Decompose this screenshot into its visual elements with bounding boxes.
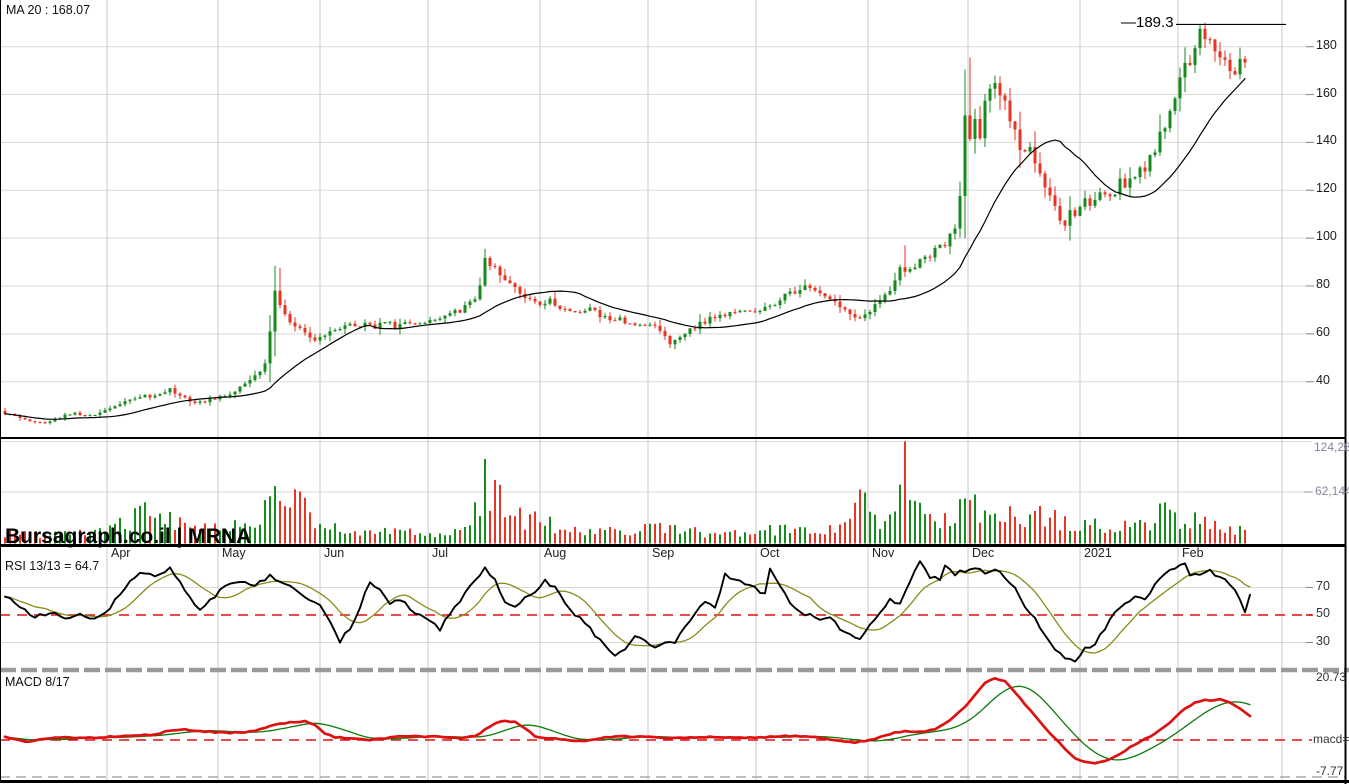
watermark: Bursagraph.co.il | MRNA [5,525,252,548]
price-tick-120: 120 [1316,181,1337,196]
rsi-tick-30: 30 [1316,633,1330,648]
macd-max-value: 20.73 [1316,670,1347,684]
rsi-tick-50: 50 [1316,606,1330,620]
price-tick-140: 140 [1316,133,1337,148]
price-tick-160: 160 [1316,85,1337,100]
price-tick-100: 100 [1316,229,1337,244]
macd-zero-label: macd=0 [1313,732,1349,746]
month-label-Dec: Dec [972,546,995,560]
month-label-Nov: Nov [872,546,895,560]
ma-indicator-label: MA 20 : 168.07 [6,3,91,17]
panel-borders [0,0,1349,784]
volume-tick-124,289: 124,289 [1314,440,1349,454]
price-tick-60: 60 [1316,324,1330,339]
month-label-2021: 2021 [1084,546,1112,560]
rsi-tick-70: 70 [1316,578,1330,593]
chart-canvas [0,0,1349,784]
month-label-Sep: Sep [652,546,675,560]
stock-chart-root: MA 20 : 168.07 —189.3 Bursagraph.co.il |… [0,0,1349,784]
price-tick-80: 80 [1316,277,1330,291]
price-tick-180: 180 [1316,37,1337,52]
grid-layer [0,0,1312,780]
month-label-Apr: Apr [111,546,131,560]
price-annotation-label: —189.3 [1121,14,1174,31]
macd-label: MACD 8/17 [5,675,70,689]
rsi-label: RSI 13/13 = 64.7 [5,559,100,573]
month-label-Jul: Jul [432,546,448,560]
month-label-Feb: Feb [1182,546,1204,560]
month-label-Jun: Jun [324,546,345,560]
price-tick-40: 40 [1316,372,1330,387]
month-label-Aug: Aug [544,546,567,560]
macd-min-value: -7.77 [1316,764,1344,778]
month-label-May: May [222,546,246,560]
macd-panel [0,676,1346,778]
axis-tick-marks [1304,46,1314,643]
month-label-Oct: Oct [760,546,780,560]
rsi-panel [0,560,1312,663]
volume-tick-62,144: 62,144 [1315,484,1349,498]
price-panel [3,22,1286,425]
